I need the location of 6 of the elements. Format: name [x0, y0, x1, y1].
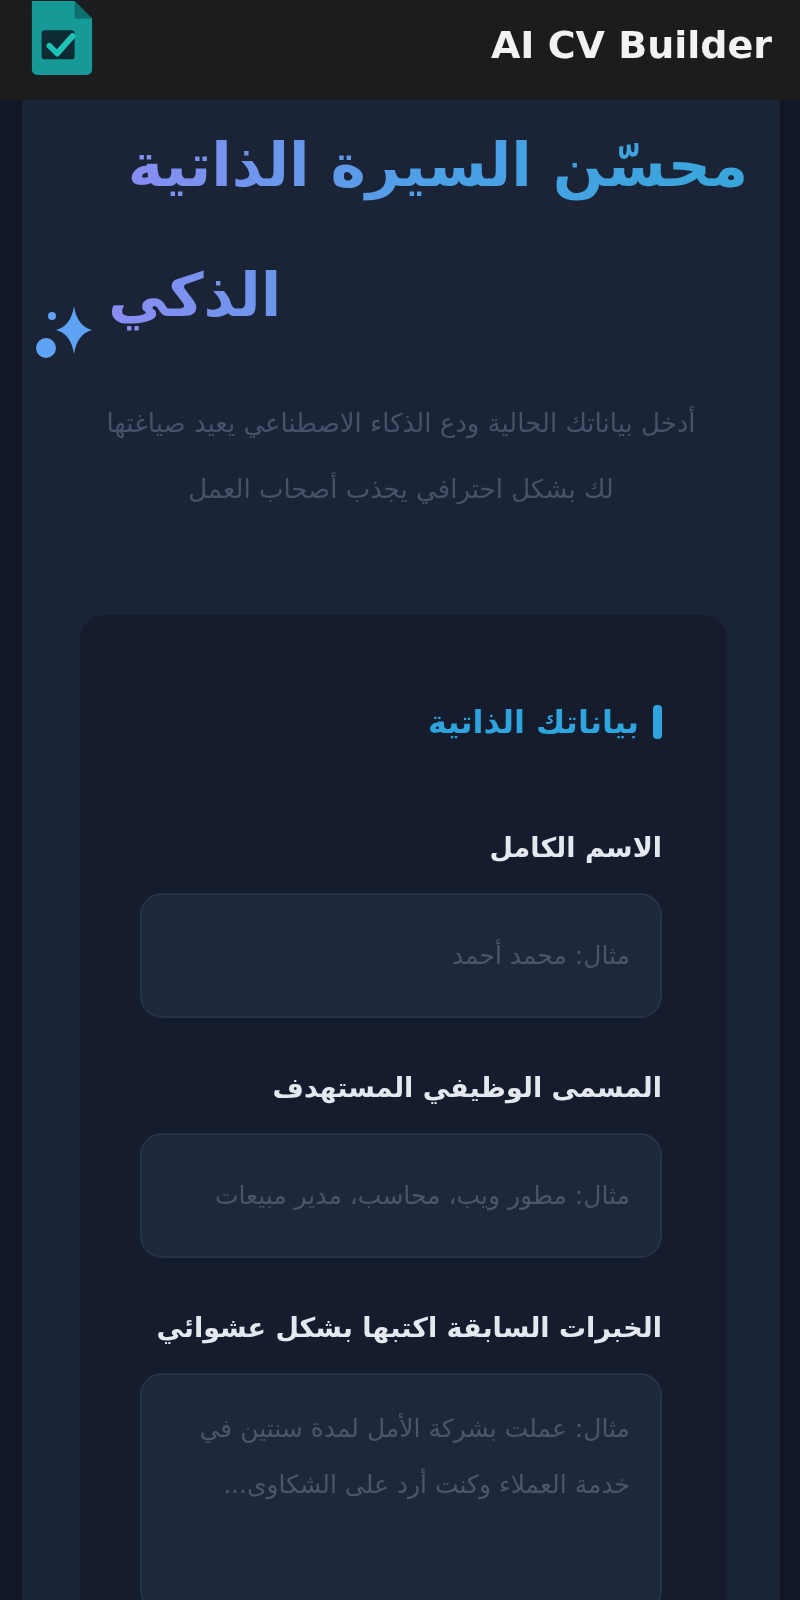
field-label: الخبرات السابقة اكتبها بشكل عشوائي — [155, 1311, 662, 1346]
field-label: الاسم الكامل — [488, 831, 662, 865]
section-marker-icon — [653, 705, 662, 739]
section-title: بياناتك الذاتية — [428, 703, 639, 741]
app-title: AI CV Builder — [490, 22, 772, 69]
field-label: المسمى الوظيفي المستهدف — [271, 1071, 662, 1106]
